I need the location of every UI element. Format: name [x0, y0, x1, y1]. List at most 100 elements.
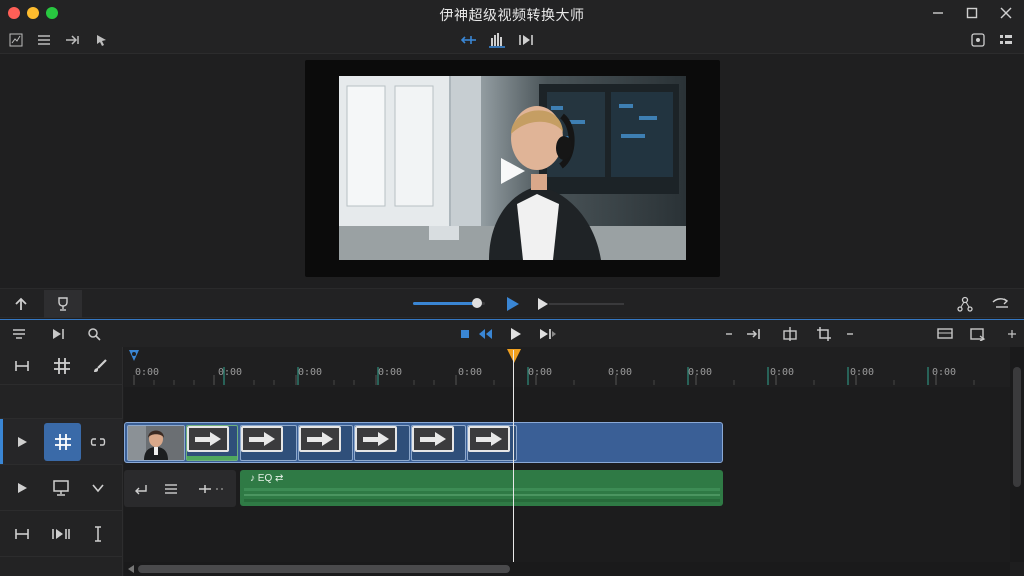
arrow-right-icon[interactable]: [62, 30, 82, 50]
range-icon[interactable]: [9, 521, 35, 547]
play-button[interactable]: [501, 293, 523, 315]
skip-end-icon[interactable]: [48, 324, 68, 344]
playhead-marker-icon: [507, 349, 521, 363]
share-icon[interactable]: [954, 293, 976, 315]
list-icon[interactable]: [34, 30, 54, 50]
extra-track-header: [0, 511, 123, 557]
skip-icon[interactable]: [516, 30, 536, 50]
cursor-icon[interactable]: [92, 30, 112, 50]
snapshot-icon[interactable]: [968, 30, 988, 50]
timeline-ruler[interactable]: [124, 347, 1010, 387]
arrow-right-icon: [307, 432, 333, 446]
monitor-icon[interactable]: [935, 324, 955, 344]
add-icon[interactable]: [1002, 324, 1022, 344]
stop-button[interactable]: [455, 324, 475, 344]
clip-segment[interactable]: [467, 425, 517, 461]
volume-slider[interactable]: [413, 298, 485, 308]
audio-strip: [187, 456, 237, 460]
volume-fill: [413, 302, 478, 305]
progress-slider[interactable]: [549, 303, 624, 305]
list-icon[interactable]: [158, 476, 184, 502]
arrow-right-icon: [420, 432, 446, 446]
grid-icon[interactable]: [996, 30, 1016, 50]
export-icon[interactable]: [968, 324, 988, 344]
rewind-button[interactable]: [476, 324, 496, 344]
ruler-label: 0:00: [932, 367, 957, 378]
close-icon: [1000, 7, 1012, 19]
arrow-right-icon: [363, 432, 389, 446]
playhead-line[interactable]: [513, 350, 514, 562]
timeline-toolbar: [0, 319, 1024, 347]
volume-knob[interactable]: [472, 298, 483, 308]
timeline-play-button[interactable]: [506, 324, 526, 344]
forward-button[interactable]: [538, 324, 558, 344]
fit-icon[interactable]: [459, 30, 479, 50]
zoom-out-icon[interactable]: [719, 324, 739, 344]
track-expand-icon[interactable]: [9, 429, 35, 455]
video-track-header: [0, 419, 123, 465]
minimize-icon: [933, 12, 943, 14]
trophy-icon[interactable]: [44, 290, 82, 318]
hash-icon[interactable]: [49, 353, 75, 379]
split-icon[interactable]: [780, 324, 800, 344]
ruler-label: 0:00: [528, 367, 553, 378]
chart-icon[interactable]: [6, 30, 26, 50]
minimize-button[interactable]: [926, 3, 950, 23]
arrow-right-icon: [249, 432, 275, 446]
link-icon[interactable]: [85, 429, 111, 455]
video-track-hash-button[interactable]: [44, 423, 81, 461]
ruler-label: 0:00: [378, 367, 403, 378]
ruler-label: 0:00: [850, 367, 875, 378]
scroll-left-icon: [128, 565, 134, 573]
clip-segment[interactable]: [298, 425, 353, 461]
up-arrow-icon[interactable]: [10, 293, 32, 315]
track-headers: [0, 347, 123, 576]
clip-segment[interactable]: [354, 425, 410, 461]
ruler-label: 0:00: [458, 367, 483, 378]
nudge-icon[interactable]: [194, 476, 230, 502]
chevron-down-icon[interactable]: [85, 475, 111, 501]
brush-icon[interactable]: [87, 353, 113, 379]
arrow-thumb: [299, 426, 341, 452]
close-button[interactable]: [994, 3, 1018, 23]
header-tools-row: [0, 347, 123, 385]
waveform-icon[interactable]: [487, 30, 507, 50]
vertical-scrollbar[interactable]: [1010, 347, 1024, 562]
header-spacer-row: [0, 385, 123, 419]
trim-icon[interactable]: [744, 324, 764, 344]
ruler-ticks: [133, 367, 975, 385]
display-icon[interactable]: [48, 475, 74, 501]
in-point-marker-icon: [129, 350, 139, 361]
audio-clip[interactable]: ♪ EQ ⇄: [240, 470, 723, 506]
audio-track-header: [0, 465, 123, 511]
clip-thumbnail: [127, 425, 185, 461]
arrow-right-icon: [195, 432, 221, 446]
horizontal-scrollbar[interactable]: [124, 562, 1010, 576]
zoom-in-icon[interactable]: [840, 324, 860, 344]
clip-segment[interactable]: [186, 425, 238, 461]
ruler-label: 0:00: [770, 367, 795, 378]
ruler-label: 0:00: [298, 367, 323, 378]
audio-track-expand-icon[interactable]: [9, 475, 35, 501]
text-cursor-icon[interactable]: [85, 521, 111, 547]
step-icon[interactable]: [48, 521, 74, 547]
arrow-thumb: [412, 426, 454, 452]
arrow-thumb: [468, 426, 510, 452]
return-icon[interactable]: [128, 476, 154, 502]
search-icon[interactable]: [84, 324, 104, 344]
video-track-indicator: [0, 419, 3, 464]
horizontal-scroll-thumb[interactable]: [138, 565, 510, 573]
track-menu-icon[interactable]: [10, 324, 30, 344]
ruler-label: 0:00: [218, 367, 243, 378]
video-preview[interactable]: [339, 76, 686, 260]
swap-icon[interactable]: [990, 293, 1012, 315]
vertical-scroll-thumb[interactable]: [1013, 367, 1021, 487]
crop-icon[interactable]: [814, 324, 834, 344]
audio-waveform: [244, 488, 720, 502]
range-icon[interactable]: [9, 353, 35, 379]
maximize-button[interactable]: [960, 3, 984, 23]
video-still-image: [339, 76, 686, 260]
person-thumbnail-image: [128, 426, 184, 460]
clip-segment[interactable]: [411, 425, 466, 461]
clip-segment[interactable]: [240, 425, 297, 461]
